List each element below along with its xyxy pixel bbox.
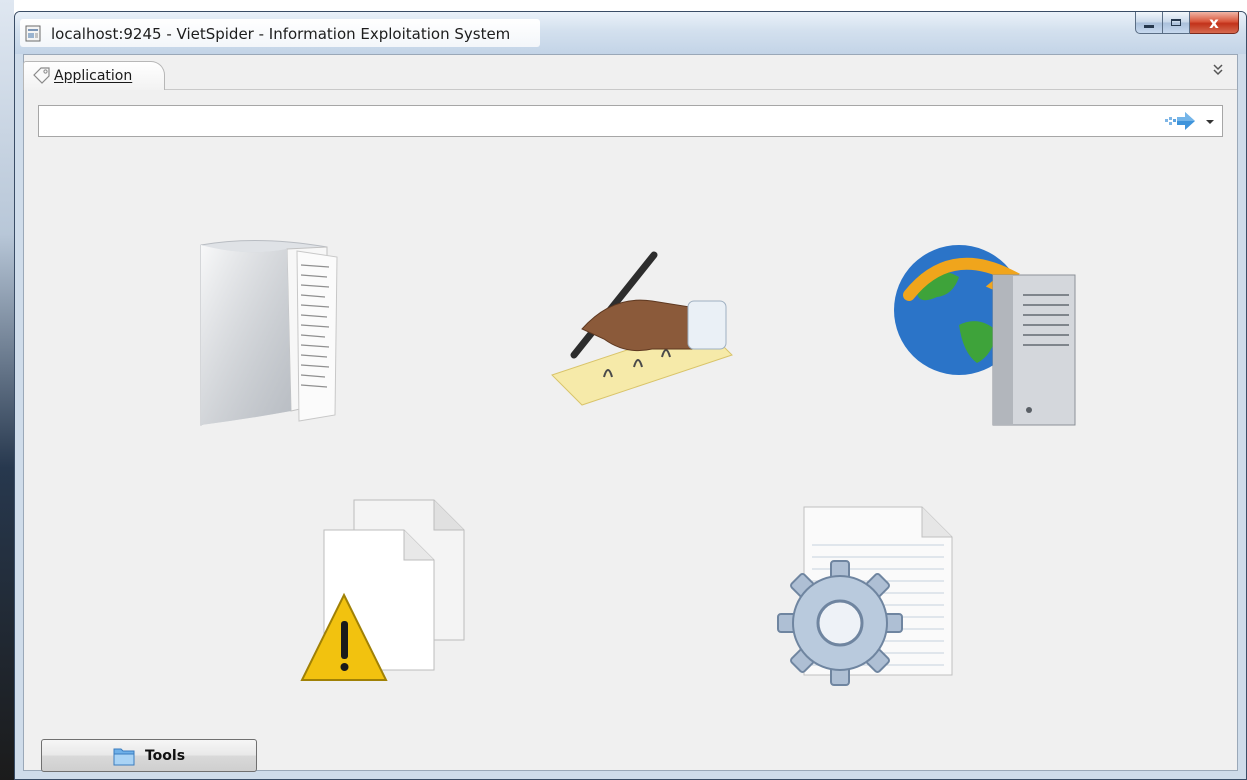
title-bar[interactable]: localhost:9245 - VietSpider - Informatio… bbox=[15, 12, 1246, 54]
app-window: localhost:9245 - VietSpider - Informatio… bbox=[14, 11, 1247, 780]
minimize-icon bbox=[1144, 25, 1154, 28]
tab-bar: Application bbox=[23, 55, 1237, 90]
blue-folder-icon bbox=[113, 748, 135, 765]
close-button[interactable]: x bbox=[1190, 12, 1239, 34]
maximize-icon bbox=[1171, 19, 1181, 26]
tools-label: Tools bbox=[144, 747, 186, 764]
settings-file-icon[interactable] bbox=[772, 505, 962, 695]
app-icon[interactable] bbox=[25, 25, 41, 42]
minimize-button[interactable] bbox=[1135, 12, 1163, 34]
globe-server-icon[interactable] bbox=[889, 235, 1089, 435]
signing-hand-icon[interactable] bbox=[542, 245, 742, 415]
desktop-background-strip bbox=[0, 0, 14, 780]
main-content: Application Tools bbox=[23, 54, 1238, 772]
go-arrow-icon[interactable] bbox=[1163, 111, 1197, 131]
close-icon: x bbox=[1209, 13, 1219, 32]
tag-icon bbox=[33, 67, 50, 84]
tab-label: Application bbox=[54, 68, 133, 84]
window-title: localhost:9245 - VietSpider - Informatio… bbox=[51, 25, 511, 43]
caption-buttons: x bbox=[1135, 12, 1239, 36]
chevron-down-icon[interactable] bbox=[1202, 111, 1218, 131]
maximize-button[interactable] bbox=[1163, 12, 1190, 34]
chevron-double-down-icon[interactable] bbox=[1211, 62, 1225, 78]
document-folder-icon[interactable] bbox=[187, 235, 347, 435]
address-bar[interactable] bbox=[38, 105, 1223, 137]
tools-button[interactable]: Tools bbox=[41, 739, 257, 772]
documents-warning-icon[interactable] bbox=[294, 495, 494, 695]
tab-application[interactable]: Application bbox=[23, 61, 165, 90]
